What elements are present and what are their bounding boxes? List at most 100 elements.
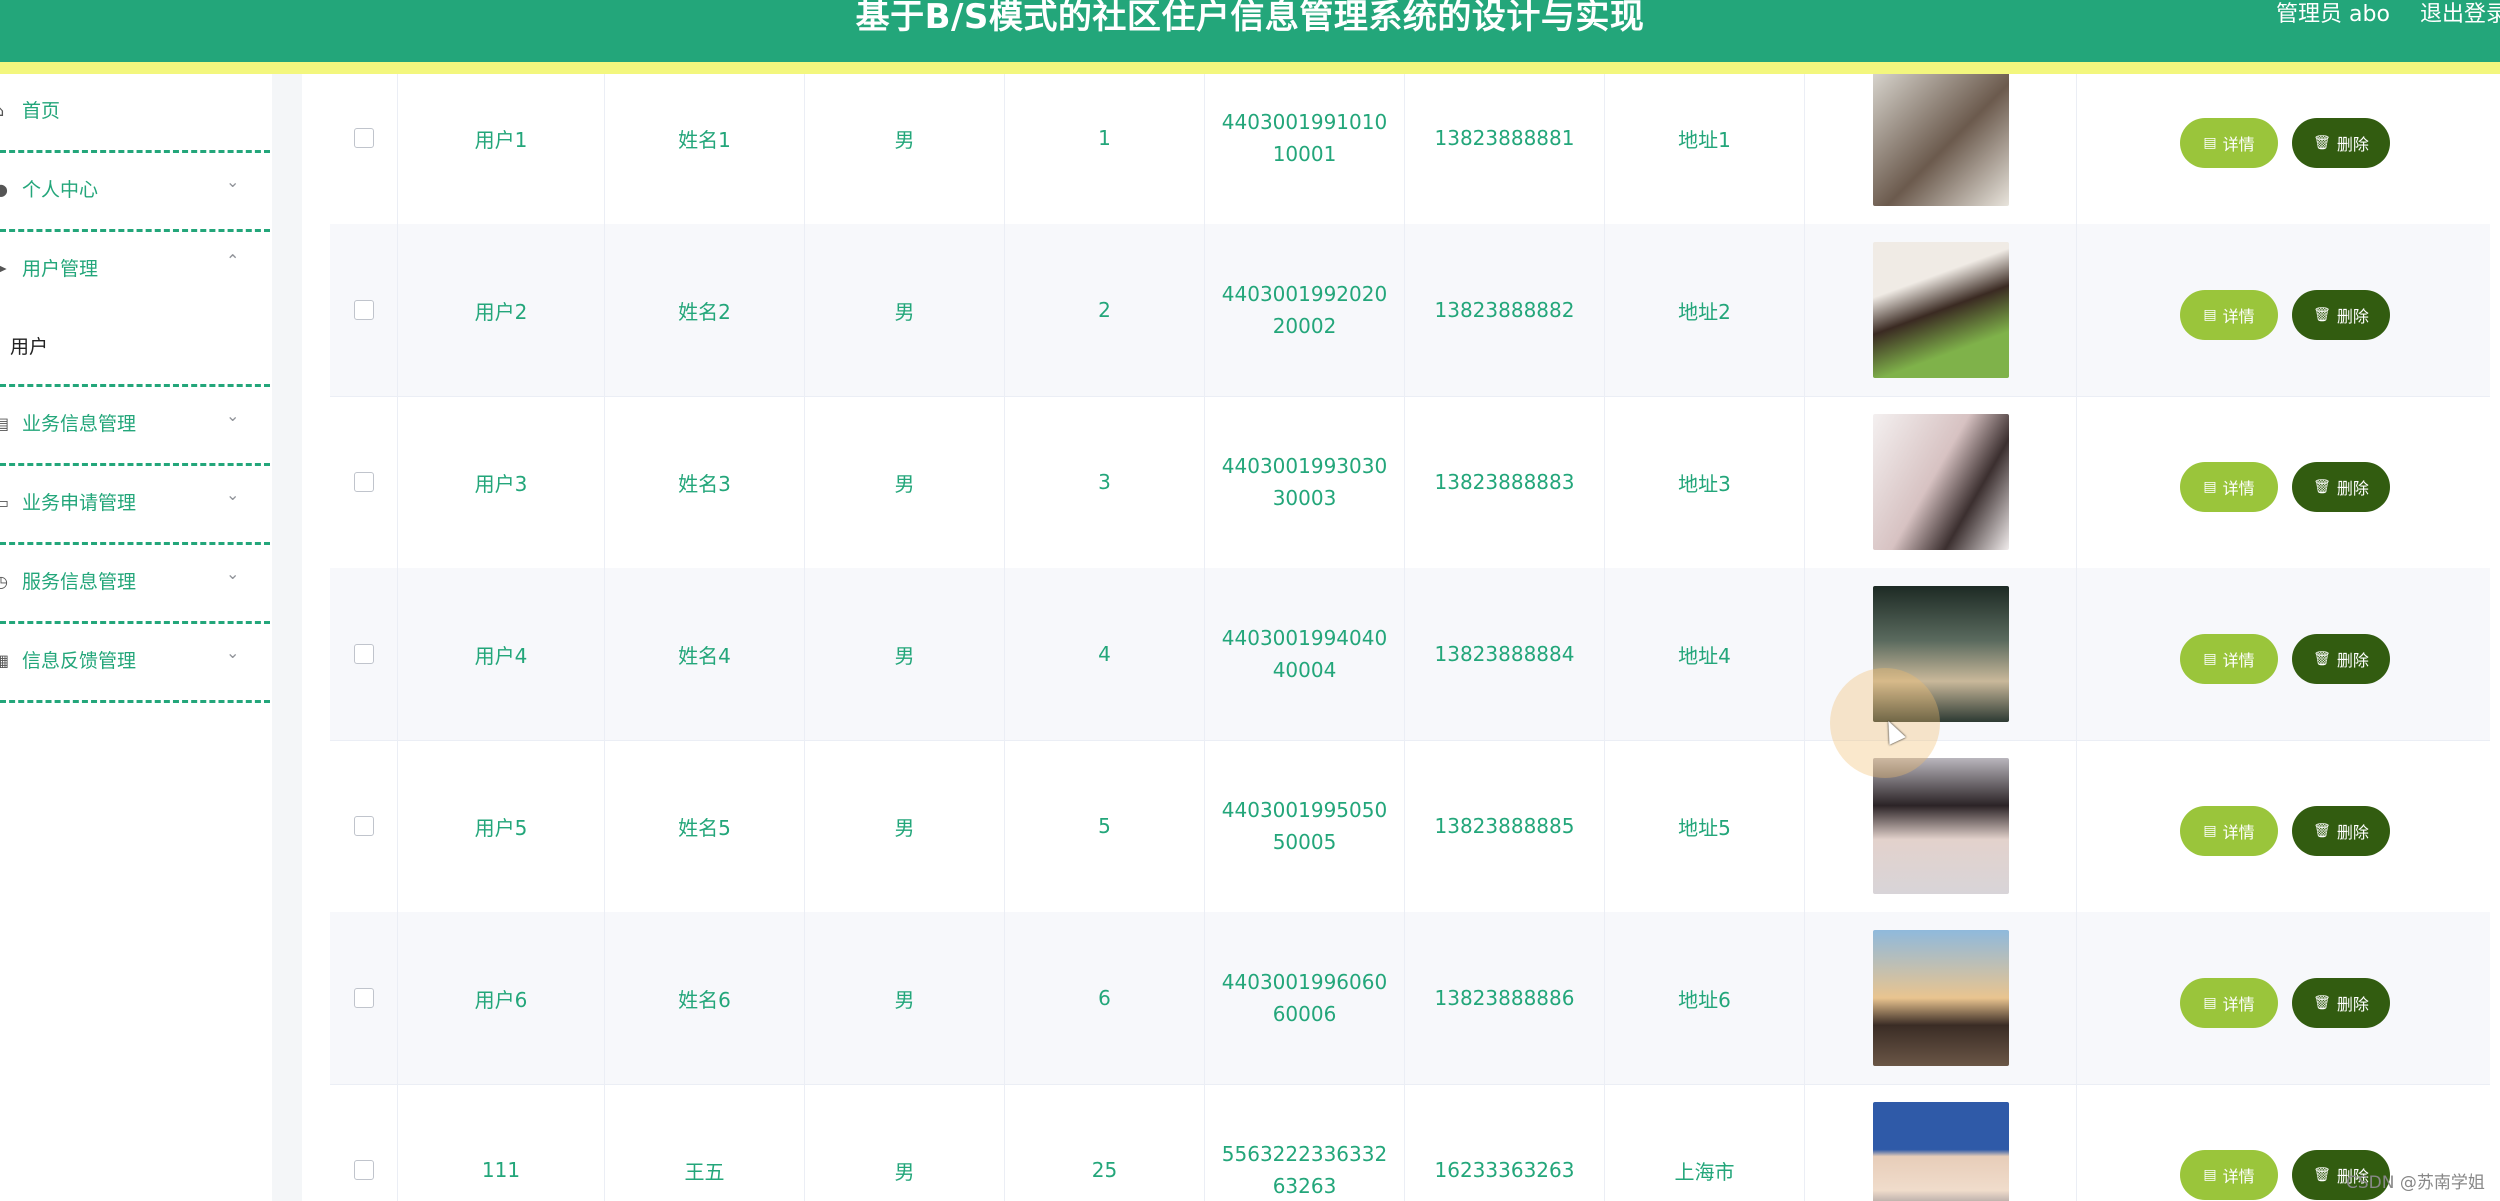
age-cell: 2 — [1005, 224, 1205, 396]
gender-cell: 男 — [805, 740, 1005, 912]
age-cell: 1 — [1005, 74, 1205, 224]
document-icon: ▤ — [2203, 135, 2217, 151]
address-cell: 上海市 — [1605, 1084, 1805, 1201]
logout-link[interactable]: 退出登录 — [2420, 0, 2500, 30]
table-row: 用户6 姓名6 男 6 440300199606060006 138238888… — [330, 912, 2490, 1085]
home-icon: ⌂ — [0, 102, 12, 120]
detail-button[interactable]: ▤ 详情 — [2180, 118, 2278, 168]
avatar — [1872, 930, 2009, 1066]
detail-button[interactable]: ▤ 详情 — [2180, 290, 2278, 340]
detail-button[interactable]: ▤ 详情 — [2180, 978, 2278, 1028]
name-cell: 王五 — [605, 1084, 805, 1201]
row-checkbox[interactable] — [353, 644, 374, 664]
admin-username: 管理员 abo — [2276, 2, 2390, 27]
delete-button[interactable]: 🗑 删除 — [2292, 978, 2390, 1028]
name-cell: 姓名2 — [605, 224, 805, 396]
gender-cell: 男 — [805, 568, 1005, 740]
document-icon: ▤ — [2203, 995, 2217, 1011]
name-cell: 姓名1 — [605, 74, 805, 224]
delete-button[interactable]: 🗑 删除 — [2292, 290, 2390, 340]
actions-cell — [2077, 396, 2490, 568]
photo-cell — [1805, 396, 2077, 568]
sidebar-item-personal-center[interactable]: ● 个人中心 ⌄ — [0, 153, 270, 232]
delete-button[interactable]: 🗑 删除 — [2292, 806, 2390, 856]
row-checkbox-cell — [330, 224, 398, 396]
sidebar-item-feedback[interactable]: ▦ 信息反馈管理 ⌄ — [0, 624, 270, 703]
row-checkbox[interactable] — [353, 128, 374, 148]
address-cell: 地址6 — [1605, 912, 1805, 1084]
delete-button[interactable]: 🗑 删除 — [2292, 634, 2390, 684]
row-checkbox-cell — [330, 568, 398, 740]
actions-cell — [2077, 740, 2490, 912]
row-checkbox-cell — [330, 74, 398, 224]
sidebar-item-user-management[interactable]: ➤ 用户管理 ⌃ — [0, 232, 270, 308]
trash-icon: 🗑 — [2313, 307, 2331, 323]
photo-cell — [1805, 912, 2077, 1084]
phone-cell: 13823888881 — [1405, 74, 1605, 224]
sidebar-item-business-info[interactable]: ▤ 业务信息管理 ⌄ — [0, 387, 270, 466]
pin-icon: ➤ — [0, 259, 8, 278]
sidebar-subitem-user[interactable]: 用户 — [0, 310, 270, 387]
gender-cell: 男 — [805, 1084, 1005, 1201]
table-row: 用户5 姓名5 男 5 440300199505050005 138238888… — [330, 740, 2490, 913]
trash-icon: 🗑 — [2313, 135, 2331, 151]
document-icon: ▦ — [0, 651, 10, 670]
system-title: 基于B/S模式的社区住户信息管理系统的设计与实现 — [855, 0, 1645, 37]
trash-icon: 🗑 — [2313, 995, 2331, 1011]
id-card-cell: 440300199404040004 — [1205, 568, 1405, 740]
sidebar-item-service-info[interactable]: ◷ 服务信息管理 ⌄ — [0, 545, 270, 624]
id-card-cell: 440300199505050005 — [1205, 740, 1405, 912]
detail-button[interactable]: ▤ 详情 — [2180, 462, 2278, 512]
user-icon: ● — [0, 180, 8, 199]
row-checkbox-cell — [330, 396, 398, 568]
gender-cell: 男 — [805, 912, 1005, 1084]
row-checkbox[interactable] — [353, 816, 374, 836]
trash-icon: 🗑 — [2313, 651, 2331, 667]
address-cell: 地址2 — [1605, 224, 1805, 396]
header-accent-stripe — [0, 62, 2500, 74]
age-cell: 6 — [1005, 912, 1205, 1084]
name-cell: 姓名3 — [605, 396, 805, 568]
delete-button[interactable]: 🗑 删除 — [2292, 118, 2390, 168]
actions-cell — [2077, 74, 2490, 224]
actions-cell — [2077, 912, 2490, 1084]
table-row: 用户3 姓名3 男 3 440300199303030003 138238888… — [330, 396, 2490, 569]
detail-button[interactable]: ▤ 详情 — [2180, 806, 2278, 856]
photo-cell — [1805, 740, 2077, 912]
document-icon: ▤ — [2203, 307, 2217, 323]
gender-cell: 男 — [805, 224, 1005, 396]
chevron-down-icon: ⌄ — [226, 406, 240, 425]
account-cell: 111 — [398, 1084, 605, 1201]
sidebar: ⌂ 首页 ● 个人中心 ⌄ ➤ 用户管理 ⌃ 用户 ▤ 业务信息管理 ⌄ ▭ 业… — [0, 74, 272, 1201]
phone-cell: 13823888884 — [1405, 568, 1605, 740]
row-checkbox[interactable] — [353, 988, 374, 1008]
user-table: 用户1 姓名1 男 1 440300199101010001 138238888… — [330, 74, 2490, 1201]
address-cell: 地址1 — [1605, 74, 1805, 224]
sidebar-item-home[interactable]: ⌂ 首页 — [0, 74, 270, 153]
sidebar-item-label: 用户管理 — [22, 258, 99, 280]
sidebar-item-business-application[interactable]: ▭ 业务申请管理 ⌄ — [0, 466, 270, 545]
top-header: 基于B/S模式的社区住户信息管理系统的设计与实现 管理员 abo 退出登录 — [0, 0, 2500, 62]
row-checkbox[interactable] — [353, 1160, 374, 1180]
delete-button[interactable]: 🗑 删除 — [2292, 462, 2390, 512]
document-icon: ▤ — [2203, 823, 2217, 839]
photo-cell — [1805, 1084, 2077, 1201]
row-checkbox[interactable] — [353, 300, 374, 320]
detail-button[interactable]: ▤ 详情 — [2180, 1150, 2278, 1200]
phone-cell: 13823888886 — [1405, 912, 1605, 1084]
detail-button[interactable]: ▤ 详情 — [2180, 634, 2278, 684]
name-cell: 姓名6 — [605, 912, 805, 1084]
id-card-cell: 440300199101010001 — [1205, 74, 1405, 224]
avatar — [1872, 242, 2009, 378]
phone-cell: 13823888883 — [1405, 396, 1605, 568]
age-cell: 3 — [1005, 396, 1205, 568]
table-row: 用户1 姓名1 男 1 440300199101010001 138238888… — [330, 74, 2490, 225]
sidebar-item-label: 业务信息管理 — [22, 413, 137, 435]
address-cell: 地址4 — [1605, 568, 1805, 740]
address-cell: 地址3 — [1605, 396, 1805, 568]
row-checkbox[interactable] — [353, 472, 374, 492]
sidebar-gutter — [272, 74, 302, 1201]
gender-cell: 男 — [805, 396, 1005, 568]
sidebar-item-label: 个人中心 — [22, 179, 99, 201]
clock-icon: ◷ — [0, 572, 8, 591]
